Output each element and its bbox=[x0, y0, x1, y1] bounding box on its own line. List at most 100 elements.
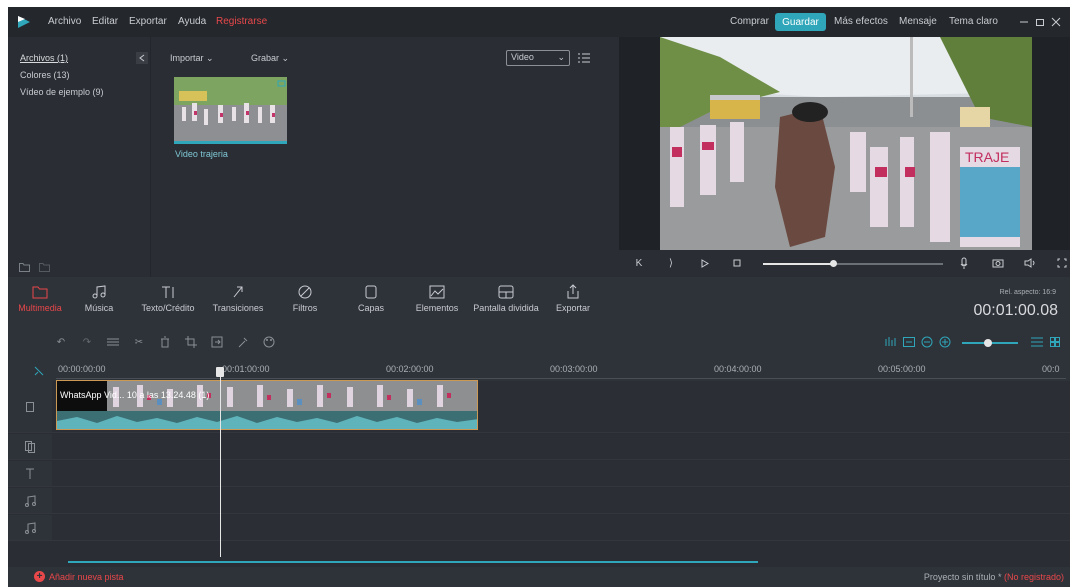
video-track-icon bbox=[8, 381, 52, 432]
tool-transitions[interactable]: Transiciones bbox=[206, 277, 270, 313]
volume-icon[interactable] bbox=[1023, 256, 1037, 270]
cut-icon[interactable]: ✂ bbox=[132, 335, 146, 349]
ruler-tick: 00:04:00:00 bbox=[714, 364, 762, 374]
menu-editar[interactable]: Editar bbox=[92, 16, 118, 27]
editor-window: Archivo Editar Exportar Ayuda Registrars… bbox=[8, 7, 1070, 587]
zoom-out-icon[interactable] bbox=[920, 335, 934, 349]
microphone-icon[interactable] bbox=[957, 256, 971, 270]
status-bar: + Añadir nueva pista Proyecto sin título… bbox=[8, 567, 1070, 587]
timeline-scrollbar[interactable] bbox=[68, 561, 758, 563]
menu-ayuda[interactable]: Ayuda bbox=[178, 16, 206, 27]
timeline-ruler[interactable]: 00:00:00:00 00:01:00:00 00:02:00:00 00:0… bbox=[8, 361, 1070, 381]
svg-text:TRAJE: TRAJE bbox=[965, 149, 1009, 165]
delete-folder-icon[interactable] bbox=[38, 261, 50, 273]
clip-label: WhatsApp Vid... 10 a las 13.24.48 (1) bbox=[60, 390, 210, 400]
collapse-arrow-icon[interactable] bbox=[136, 52, 148, 64]
message-link[interactable]: Mensaje bbox=[899, 16, 937, 27]
palette-icon[interactable] bbox=[262, 335, 276, 349]
tool-overlays[interactable]: Capas bbox=[346, 277, 396, 313]
save-button[interactable]: Guardar bbox=[775, 13, 826, 31]
redo-icon[interactable]: ↷ bbox=[80, 335, 94, 349]
video-clip[interactable]: WhatsApp Vid... 10 a las 13.24.48 (1) bbox=[56, 380, 478, 430]
menu-archivo[interactable]: Archivo bbox=[48, 16, 81, 27]
zoom-in-icon[interactable] bbox=[938, 335, 952, 349]
tool-elements[interactable]: Elementos bbox=[412, 277, 462, 313]
add-folder-icon[interactable] bbox=[18, 261, 30, 273]
undo-icon[interactable]: ↶ bbox=[54, 335, 68, 349]
media-filter-select[interactable]: Video ⌄ bbox=[506, 50, 570, 66]
restore-icon[interactable] bbox=[1034, 15, 1046, 29]
preview-frame: TRAJE bbox=[660, 37, 1032, 250]
tool-text[interactable]: Texto/Crédito bbox=[132, 277, 204, 313]
list-menu-icon[interactable] bbox=[1030, 335, 1044, 349]
video-preview: TRAJE bbox=[619, 37, 1070, 250]
library-item-files[interactable]: Archivos (1) bbox=[20, 53, 68, 63]
tool-music[interactable]: Música bbox=[74, 277, 124, 313]
crop-icon[interactable] bbox=[184, 335, 198, 349]
snap-icon[interactable] bbox=[32, 364, 46, 378]
main-toolbar: Multimedia Música Texto/Crédito Transici… bbox=[8, 277, 1070, 325]
ruler-tick: 00:05:00:00 bbox=[878, 364, 926, 374]
ruler-tick: 00:0 bbox=[1042, 364, 1060, 374]
library-item-colors[interactable]: Colores (13) bbox=[20, 70, 70, 80]
menu-exportar[interactable]: Exportar bbox=[129, 16, 167, 27]
buy-link[interactable]: Comprar bbox=[730, 16, 769, 27]
delete-icon[interactable] bbox=[158, 335, 172, 349]
fullscreen-icon[interactable] bbox=[1055, 256, 1069, 270]
thumbnail-label: Video trajeria bbox=[175, 149, 228, 159]
ruler-tick: 00:01:00:00 bbox=[222, 364, 270, 374]
fit-timeline-icon[interactable] bbox=[902, 335, 916, 349]
play-icon[interactable] bbox=[699, 257, 711, 269]
audio-mixer-icon[interactable] bbox=[884, 335, 898, 349]
playhead-handle[interactable] bbox=[216, 367, 224, 377]
adjust-icon[interactable] bbox=[106, 335, 120, 349]
tool-export[interactable]: Exportar bbox=[548, 277, 598, 313]
preview-seek-fill bbox=[763, 263, 833, 265]
music-track-1[interactable] bbox=[8, 488, 1070, 514]
ruler-tick: 00:00:00:00 bbox=[58, 364, 106, 374]
tool-split-screen[interactable]: Pantalla dividida bbox=[468, 277, 544, 313]
close-icon[interactable] bbox=[1050, 15, 1062, 29]
library-item-sample-video[interactable]: Vídeo de ejemplo (9) bbox=[20, 87, 104, 97]
overlay-track-icon bbox=[8, 434, 52, 459]
app-logo-icon bbox=[15, 13, 33, 31]
video-thumbnail[interactable] bbox=[174, 77, 287, 141]
text-track-icon bbox=[8, 461, 52, 486]
light-theme-link[interactable]: Tema claro bbox=[949, 16, 998, 27]
overlay-track[interactable] bbox=[8, 434, 1070, 460]
stop-icon[interactable] bbox=[731, 257, 743, 269]
preview-seek-knob[interactable] bbox=[830, 260, 837, 267]
add-track-icon[interactable]: + bbox=[34, 571, 45, 582]
minimize-icon[interactable] bbox=[1018, 15, 1030, 29]
add-track-button[interactable]: Añadir nueva pista bbox=[49, 572, 124, 582]
grid-view-icon[interactable] bbox=[1048, 335, 1062, 349]
playhead[interactable] bbox=[220, 367, 221, 557]
snapshot-icon[interactable] bbox=[991, 256, 1005, 270]
list-view-icon[interactable] bbox=[577, 51, 591, 65]
music-track-2[interactable] bbox=[8, 515, 1070, 541]
text-track[interactable] bbox=[8, 461, 1070, 487]
project-status: Proyecto sin título * (No registrado) bbox=[923, 572, 1064, 582]
ruler-tick: 00:03:00:00 bbox=[550, 364, 598, 374]
more-effects-link[interactable]: Más efectos bbox=[834, 16, 888, 27]
music-track-icon bbox=[8, 488, 52, 513]
tool-filters[interactable]: Filtros bbox=[280, 277, 330, 313]
color-picker-icon[interactable] bbox=[236, 335, 250, 349]
import-dropdown[interactable]: Importar ⌄ bbox=[170, 53, 214, 64]
step-forward-icon[interactable]: ⟩ bbox=[665, 257, 677, 269]
register-link[interactable]: Registrarse bbox=[216, 16, 267, 27]
aspect-ratio-label: Rel. aspecto: 16:9 bbox=[999, 289, 1056, 296]
timeline-toolbar: ↶ ↷ ✂ bbox=[8, 325, 1070, 361]
skip-back-icon[interactable]: K bbox=[633, 257, 645, 269]
zoom-slider-knob[interactable] bbox=[984, 339, 992, 347]
speed-icon[interactable] bbox=[210, 335, 224, 349]
timecode-display: 00:01:00.08 bbox=[973, 302, 1058, 319]
music-track-icon bbox=[8, 515, 52, 540]
record-dropdown[interactable]: Grabar ⌄ bbox=[251, 53, 289, 64]
clip-waveform bbox=[57, 411, 477, 429]
ruler-tick: 00:02:00:00 bbox=[386, 364, 434, 374]
preview-controls: K ⟩ bbox=[619, 250, 1070, 277]
menu-bar: Archivo Editar Exportar Ayuda Registrars… bbox=[8, 7, 1070, 37]
tool-multimedia[interactable]: Multimedia bbox=[12, 277, 68, 313]
media-library: Archivos (1) Colores (13) Vídeo de ejemp… bbox=[8, 37, 619, 277]
